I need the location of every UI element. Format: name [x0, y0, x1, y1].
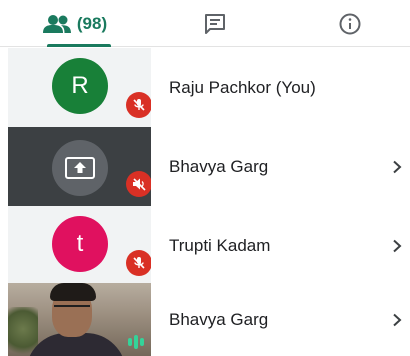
- avatar-letter: R: [71, 72, 89, 99]
- participant-count: (98): [76, 13, 108, 33]
- active-tab-indicator: [47, 44, 111, 47]
- chevron-right-icon[interactable]: [388, 127, 406, 206]
- participants-tab-bar: (98): [0, 0, 410, 47]
- speaking-indicator-icon: [124, 331, 148, 353]
- tab-info[interactable]: [290, 0, 410, 47]
- info-icon: [339, 13, 361, 34]
- participant-row[interactable]: t Trupti Kadam: [0, 206, 410, 285]
- muted-mic-icon: [126, 92, 151, 118]
- participant-tile: [8, 127, 151, 206]
- avatar: R: [52, 58, 108, 114]
- chevron-right-icon[interactable]: [388, 283, 406, 356]
- chat-icon: [205, 13, 225, 34]
- participant-name: Trupti Kadam: [169, 235, 271, 255]
- participant-name: Raju Pachkor (You): [169, 77, 316, 97]
- tab-chat[interactable]: [145, 0, 285, 47]
- participant-row[interactable]: Bhavya Garg: [0, 283, 410, 356]
- present-screen-icon: [65, 157, 95, 179]
- chevron-right-icon[interactable]: [388, 206, 406, 285]
- participant-row[interactable]: Bhavya Garg: [0, 127, 410, 206]
- participant-name: Bhavya Garg: [169, 156, 269, 176]
- people-icon: [42, 14, 71, 33]
- muted-mic-icon: [126, 250, 151, 276]
- avatar-letter: t: [76, 230, 84, 257]
- tab-people[interactable]: (98): [0, 0, 150, 47]
- participant-video-tile: [8, 283, 151, 356]
- participant-tile: t: [8, 206, 151, 285]
- participant-tile: R: [8, 48, 151, 127]
- muted-audio-icon: [126, 171, 151, 197]
- participant-row[interactable]: R Raju Pachkor (You): [0, 48, 410, 127]
- participant-name: Bhavya Garg: [169, 309, 269, 329]
- screen-share-avatar: [52, 140, 108, 196]
- avatar: t: [52, 216, 108, 272]
